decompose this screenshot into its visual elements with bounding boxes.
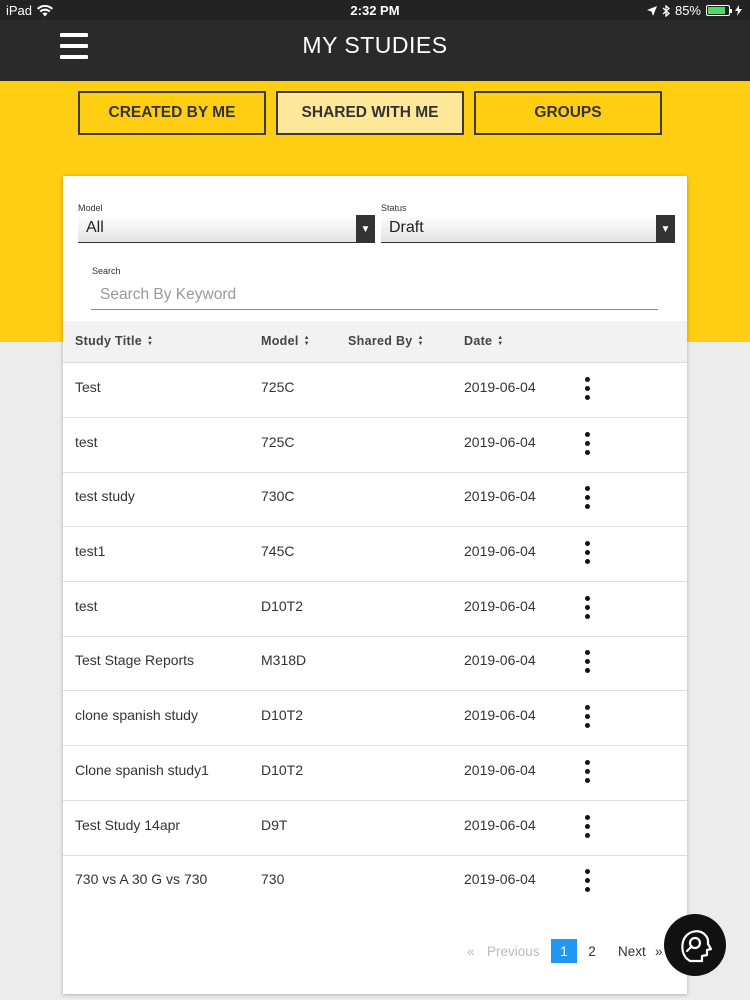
- battery-icon: [706, 5, 732, 16]
- sort-icon: ▲ ▼: [497, 335, 504, 347]
- model-select[interactable]: All ▼: [78, 215, 375, 243]
- column-label: Model: [261, 334, 299, 348]
- model-cell: 745C: [261, 543, 295, 559]
- date-cell: 2019-06-04: [464, 543, 536, 559]
- last-page-button[interactable]: »: [655, 939, 663, 963]
- search-input[interactable]: [91, 280, 658, 310]
- studies-card: Model All ▼ Status Draft ▼ Search Study …: [63, 176, 687, 994]
- column-label: Shared By: [348, 334, 413, 348]
- more-vertical-icon[interactable]: [578, 484, 598, 512]
- sort-icon: ▲ ▼: [303, 335, 310, 347]
- pagination: « Previous 1 2 Next »: [63, 939, 687, 965]
- bluetooth-icon: [662, 4, 670, 17]
- study-title-cell: Test Stage Reports: [75, 652, 195, 668]
- status-select[interactable]: Draft ▼: [381, 215, 675, 243]
- dropdown-arrow-icon: ▼: [656, 215, 675, 243]
- sort-icon: ▲ ▼: [146, 335, 154, 347]
- study-title-cell: 730 vs A 30 G vs 730: [75, 871, 208, 887]
- table-row[interactable]: Test Stage Reports M318D 2019-06-04: [63, 636, 687, 691]
- more-vertical-icon[interactable]: [578, 703, 598, 731]
- model-cell: D10T2: [261, 707, 304, 723]
- model-filter-label: Model: [78, 203, 103, 213]
- more-vertical-icon[interactable]: [578, 867, 598, 895]
- model-cell: D9T: [261, 817, 288, 833]
- date-cell: 2019-06-04: [464, 817, 536, 833]
- model-select-value: All: [86, 219, 104, 236]
- table-row[interactable]: test1 745C 2019-06-04: [63, 527, 687, 582]
- more-vertical-icon[interactable]: [578, 648, 598, 676]
- column-header-model[interactable]: Model ▲ ▼: [261, 334, 310, 348]
- model-cell: D10T2: [261, 762, 304, 778]
- more-vertical-icon[interactable]: [578, 430, 598, 458]
- status-bar: iPad 2:32 PM 85%: [0, 0, 750, 20]
- sort-icon: ▲ ▼: [417, 335, 424, 347]
- previous-page-button[interactable]: Previous: [487, 939, 540, 963]
- date-cell: 2019-06-04: [464, 652, 536, 668]
- dropdown-arrow-icon: ▼: [356, 215, 375, 243]
- table-row[interactable]: Test Study 14apr D9T 2019-06-04: [63, 801, 687, 856]
- model-cell: 725C: [261, 379, 295, 395]
- date-cell: 2019-06-04: [464, 871, 536, 887]
- study-title-cell: Clone spanish study1: [75, 762, 209, 778]
- battery-fill: [708, 7, 725, 14]
- status-time: 2:32 PM: [350, 3, 400, 18]
- status-select-value: Draft: [389, 219, 424, 236]
- more-vertical-icon[interactable]: [578, 539, 598, 567]
- first-page-button[interactable]: «: [467, 939, 475, 963]
- location-icon: [646, 5, 657, 16]
- column-header-study-title[interactable]: Study Title ▲ ▼: [75, 334, 153, 348]
- table-row[interactable]: test 725C 2019-06-04: [63, 418, 687, 473]
- table-row[interactable]: test D10T2 2019-06-04: [63, 582, 687, 637]
- study-title-cell: test study: [75, 488, 135, 504]
- table-row[interactable]: clone spanish study D10T2 2019-06-04: [63, 691, 687, 746]
- page-1-button[interactable]: 1: [551, 939, 577, 963]
- date-cell: 2019-06-04: [464, 488, 536, 504]
- date-cell: 2019-06-04: [464, 762, 536, 778]
- charging-bolt-icon: [735, 5, 742, 16]
- more-vertical-icon[interactable]: [578, 375, 598, 403]
- next-page-button[interactable]: Next: [618, 939, 646, 963]
- model-cell: 725C: [261, 434, 295, 450]
- page-2-button[interactable]: 2: [583, 939, 601, 963]
- more-vertical-icon[interactable]: [578, 594, 598, 622]
- column-label: Date: [464, 334, 493, 348]
- app-header: MY STUDIES: [0, 20, 750, 81]
- model-cell: 730C: [261, 488, 295, 504]
- date-cell: 2019-06-04: [464, 598, 536, 614]
- study-title-cell: test1: [75, 543, 106, 559]
- tab-created-by-me[interactable]: CREATED BY ME: [78, 91, 266, 135]
- status-filter-label: Status: [381, 203, 407, 213]
- tab-shared-with-me[interactable]: SHARED WITH ME: [276, 91, 464, 135]
- search-label: Search: [92, 266, 121, 276]
- tab-groups[interactable]: GROUPS: [474, 91, 662, 135]
- more-vertical-icon[interactable]: [578, 813, 598, 841]
- study-title-cell: test: [75, 434, 98, 450]
- date-cell: 2019-06-04: [464, 379, 536, 395]
- study-title-cell: Test: [75, 379, 101, 395]
- study-title-cell: clone spanish study: [75, 707, 198, 723]
- battery-percent: 85%: [674, 3, 701, 18]
- study-title-cell: Test Study 14apr: [75, 817, 181, 833]
- help-assistant-button[interactable]: [664, 914, 726, 976]
- more-vertical-icon[interactable]: [578, 758, 598, 786]
- model-cell: 730: [261, 871, 285, 887]
- help-assistant-icon: [681, 930, 713, 963]
- table-header: Study Title ▲ ▼ Model ▲ ▼ Shared By ▲ ▼ Dat…: [63, 321, 687, 363]
- column-header-date[interactable]: Date ▲ ▼: [464, 334, 504, 348]
- table-row[interactable]: Clone spanish study1 D10T2 2019-06-04: [63, 746, 687, 801]
- study-title-cell: test: [75, 598, 98, 614]
- column-label: Study Title: [75, 334, 142, 348]
- model-cell: M318D: [261, 652, 307, 668]
- table-row[interactable]: 730 vs A 30 G vs 730 730 2019-06-04: [63, 855, 687, 910]
- table-row[interactable]: Test 725C 2019-06-04: [63, 363, 687, 418]
- column-header-shared-by[interactable]: Shared By ▲ ▼: [348, 334, 424, 348]
- date-cell: 2019-06-04: [464, 707, 536, 723]
- page-title: MY STUDIES: [302, 32, 448, 58]
- model-cell: D10T2: [261, 598, 304, 614]
- table-row[interactable]: test study 730C 2019-06-04: [63, 472, 687, 527]
- date-cell: 2019-06-04: [464, 434, 536, 450]
